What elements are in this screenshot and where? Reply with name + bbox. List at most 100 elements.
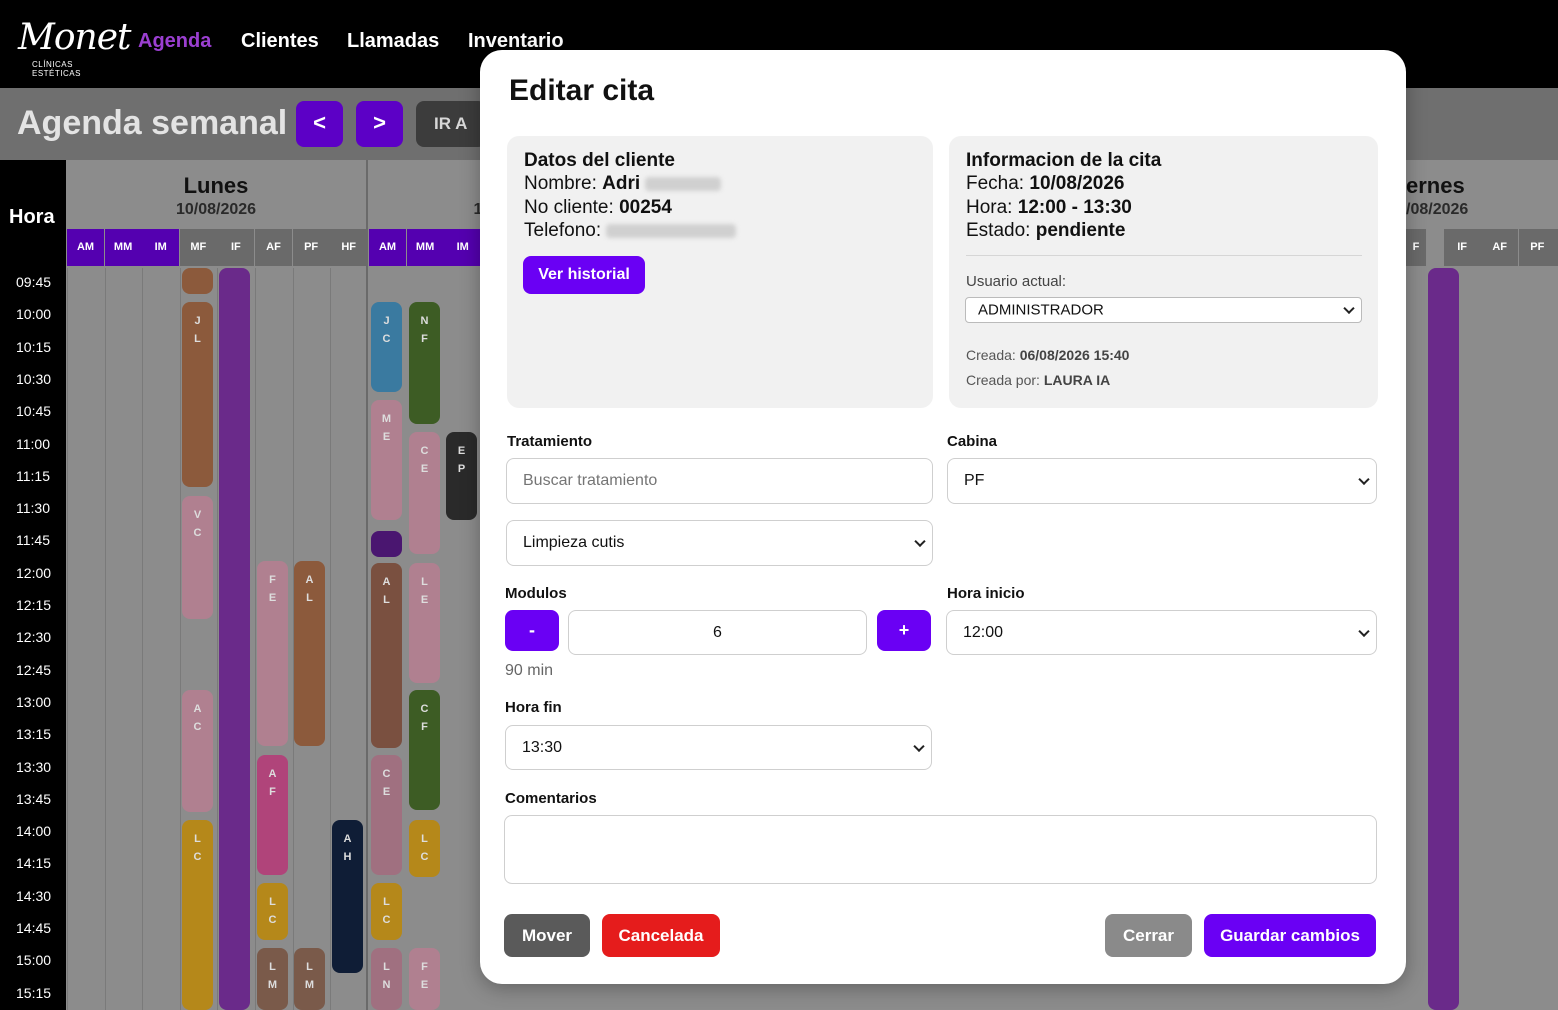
start-time-select[interactable]: 12:00 (946, 610, 1377, 655)
appointment-block[interactable]: AL (294, 561, 325, 746)
chevron-down-icon (1343, 302, 1355, 315)
hour-label: 11:45 (16, 532, 50, 549)
created-by-value: LAURA IA (1043, 372, 1111, 388)
appointment-block[interactable]: CE (409, 432, 440, 554)
client-number-value: 00254 (619, 196, 672, 218)
logo-script: Monet (18, 17, 132, 58)
view-history-button[interactable]: Ver historial (523, 256, 645, 294)
hour-label: 12:00 (16, 564, 52, 581)
cabin-header: AM (67, 229, 104, 266)
cabin-header: HF (330, 229, 368, 266)
cabin-header: AF (1481, 229, 1519, 266)
appointment-block[interactable]: ME (371, 400, 402, 520)
nav-clientes[interactable]: Clientes (241, 30, 319, 53)
cabin-header: IF (217, 229, 255, 266)
hour-label: 12:45 (16, 661, 52, 678)
chevron-down-icon (914, 535, 926, 548)
appointment-block[interactable]: LN (371, 948, 402, 1010)
cabin-header: MF (179, 229, 217, 266)
hour-label: 14:00 (16, 823, 52, 840)
client-name-label: Nombre: (524, 173, 597, 194)
goto-date-button[interactable]: IR A (416, 101, 486, 147)
clinic-logo[interactable]: Monet CLÍNICAS ESTÉTICAS (18, 17, 132, 79)
hour-label: 10:30 (16, 370, 52, 387)
day-date: /08/2026 (1406, 201, 1469, 218)
hour-label: 13:30 (16, 758, 52, 775)
hour-label: 11:15 (16, 467, 50, 484)
date-value: 10/08/2026 (1029, 173, 1125, 194)
created-by-label: Creada por: (966, 372, 1040, 388)
cabin-column[interactable] (67, 268, 104, 1010)
appointment-block[interactable]: LC (257, 883, 288, 940)
treatment-search-input[interactable] (506, 458, 933, 504)
cabin-value: PF (964, 472, 985, 489)
increase-modules-button[interactable]: + (877, 610, 931, 651)
appointment-block[interactable] (182, 268, 213, 294)
hour-label: 11:00 (16, 435, 50, 452)
prev-week-button[interactable]: < (296, 101, 343, 147)
appointment-block[interactable]: LM (257, 948, 288, 1010)
appointment-block[interactable]: AC (182, 690, 213, 812)
appointment-block[interactable]: LE (409, 563, 440, 683)
logo-subtitle: CLÍNICAS ESTÉTICAS (32, 60, 81, 78)
appointment-block[interactable]: VC (182, 496, 213, 619)
appointment-block[interactable]: AL (371, 563, 402, 748)
decrease-modules-button[interactable]: - (505, 610, 559, 651)
appointment-block[interactable]: AF (257, 755, 288, 875)
time-label: Hora: (966, 196, 1013, 218)
appointment-block[interactable]: CF (409, 690, 440, 810)
cabin-column[interactable] (142, 268, 179, 1010)
modules-input[interactable]: 6 (568, 610, 867, 655)
appointment-block[interactable]: AH (332, 820, 363, 973)
appointment-block[interactable]: NF (409, 302, 440, 424)
cabin-label: Cabina (947, 433, 998, 450)
end-time-value: 13:30 (522, 738, 563, 756)
client-number-label: No cliente: (524, 196, 614, 218)
client-card: Datos del cliente Nombre: Adri No client… (507, 136, 933, 408)
cabin-column[interactable] (104, 268, 142, 1010)
appointment-block[interactable]: CE (371, 755, 402, 875)
cabin-header: AF (255, 229, 292, 266)
chevron-down-icon (913, 740, 925, 752)
treatment-value: Limpieza cutis (523, 534, 625, 551)
next-week-button[interactable]: > (356, 101, 403, 147)
appointment-block[interactable]: JL (182, 302, 213, 487)
nav-llamadas[interactable]: Llamadas (347, 30, 439, 53)
appointment-block[interactable]: LC (182, 820, 213, 1010)
end-time-label: Hora fin (505, 699, 562, 716)
nav-agenda[interactable]: Agenda (138, 30, 211, 53)
comments-textarea[interactable] (504, 815, 1377, 884)
current-user-select[interactable]: ADMINISTRADOR (965, 297, 1362, 323)
hour-label: 09:45 (16, 274, 52, 290)
client-name-value: Adri (602, 173, 641, 194)
if-cabin-block[interactable] (219, 268, 250, 1010)
appointment-info-card: Informacion de la cita Fecha: 10/08/2026… (949, 136, 1378, 408)
appointment-block[interactable]: LM (294, 948, 325, 1010)
appointment-block[interactable]: FE (257, 561, 288, 746)
day-header-monday: Lunes 10/08/2026 (66, 160, 366, 228)
cancelled-button[interactable]: Cancelada (602, 914, 720, 957)
modules-label: Modulos (505, 585, 567, 602)
appointment-block[interactable]: FE (409, 948, 440, 1010)
move-button[interactable]: Mover (504, 914, 590, 957)
hour-label: 10:45 (16, 403, 52, 420)
if-cabin-block[interactable] (1428, 268, 1459, 1010)
appointment-block[interactable]: LC (371, 883, 402, 940)
status-label: Estado: (966, 220, 1031, 241)
hour-label: 14:30 (16, 887, 52, 904)
appointment-block[interactable] (371, 531, 402, 557)
save-changes-button[interactable]: Guardar cambios (1204, 914, 1376, 957)
day-date: 10/08/2026 (175, 201, 257, 218)
close-button[interactable]: Cerrar (1105, 914, 1192, 957)
cabin-select[interactable]: PF (947, 458, 1377, 504)
hour-label: 10:15 (16, 338, 52, 355)
current-user-label: Usuario actual: (966, 273, 1067, 290)
appointment-block[interactable]: LC (409, 820, 440, 877)
appointment-block[interactable]: JC (371, 302, 402, 392)
hour-column: Hora 09:45 10:00 10:15 10:30 10:45 11:00 11:15… (0, 160, 66, 1010)
day-header-friday: ernes /08/2026 (1406, 160, 1472, 228)
end-time-select[interactable]: 13:30 (505, 725, 932, 770)
appointment-block[interactable]: EP (446, 432, 477, 520)
treatment-select[interactable]: Limpieza cutis (506, 520, 933, 566)
client-phone-label: Telefono: (524, 220, 602, 241)
